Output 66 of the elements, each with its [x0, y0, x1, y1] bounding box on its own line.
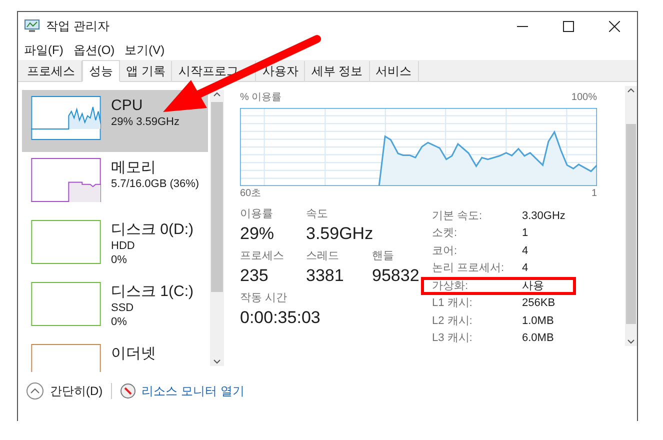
resource-item[interactable]: 디스크 0(D:) HDD 0%: [22, 214, 208, 276]
resource-name: 디스크 1(C:): [111, 282, 194, 301]
resource-item[interactable]: 이더넷: [22, 338, 208, 372]
resource-detail: SSD: [111, 301, 135, 315]
resource-item[interactable]: 디스크 1(C:) SSD 0%: [22, 276, 208, 338]
detail-label: L2 캐시:: [432, 314, 474, 328]
stat-value: 0:00:35:03: [240, 307, 320, 329]
resource-detail: 0%: [111, 315, 128, 329]
detail-label: 코어:: [432, 244, 458, 258]
detail-value: 사용: [522, 278, 544, 294]
stat-label: 핸들: [372, 249, 395, 263]
usage-graph-icon: [31, 220, 101, 264]
detail-value: 6.0MB: [522, 331, 554, 346]
detail-value: 4: [522, 261, 528, 276]
resource-monitor-link[interactable]: 리소스 모니터 열기: [142, 382, 244, 400]
scrollbar-thumb[interactable]: [626, 124, 636, 324]
stat-value: 95832: [372, 265, 420, 287]
detail-value: 1: [522, 226, 528, 241]
maximize-icon: [562, 20, 574, 32]
resource-name: 메모리: [111, 158, 157, 177]
detail-value: 4: [522, 244, 528, 258]
detail-value: 256KB: [522, 296, 556, 311]
stat-label: 작동 시간: [240, 291, 288, 305]
resource-monitor-icon: [120, 383, 136, 399]
detail-label: L1 캐시:: [432, 296, 474, 311]
menu-item[interactable]: 보기(V): [124, 41, 165, 59]
monitor-icon: [24, 19, 40, 33]
scrollbar-thumb[interactable]: [211, 102, 223, 292]
stat-label: 스레드: [306, 249, 340, 263]
stat-value: 235: [240, 265, 270, 287]
detail-label: 가상화:: [432, 278, 470, 294]
graph-start-label: 60초: [240, 187, 262, 201]
resource-detail: 29% 3.59GHz: [111, 115, 180, 129]
menu-item[interactable]: 파일(F): [24, 41, 64, 59]
stat-label: 프로세스: [240, 249, 285, 263]
close-icon: [608, 20, 620, 32]
graph-end-label: 1: [591, 187, 597, 201]
graph-max-label: 100%: [571, 91, 597, 105]
stat-value: 29%: [240, 223, 276, 245]
detail-label: 기본 속도:: [432, 208, 484, 224]
usage-graph-icon: [31, 158, 101, 202]
chevron-up-icon: [26, 382, 44, 400]
stat-value: 3381: [306, 265, 345, 287]
detail-label: 논리 프로세서:: [432, 261, 506, 276]
graph-title: % 이용률: [240, 91, 282, 105]
resource-name: 디스크 0(D:): [111, 220, 194, 239]
menu-item[interactable]: 옵션(O): [73, 41, 115, 59]
usage-graph-icon: [31, 96, 101, 140]
resource-item[interactable]: 메모리 5.7/16.0GB (36%): [22, 152, 208, 214]
detail-value: 1.0MB: [522, 314, 554, 328]
stat-value: 3.59GHz: [306, 223, 374, 245]
window-title: 작업 관리자: [46, 18, 110, 35]
resource-name: 이더넷: [111, 344, 156, 363]
stat-label: 이용률: [240, 207, 274, 221]
stat-label: 속도: [306, 207, 329, 221]
resource-name: CPU: [111, 96, 144, 115]
usage-graph-icon: [31, 282, 101, 326]
detail-label: L3 캐시:: [432, 331, 474, 346]
detail-value: 3.30GHz: [522, 208, 566, 224]
detail-label: 소켓:: [432, 226, 458, 241]
resource-detail: 5.7/16.0GB (36%): [111, 177, 200, 191]
resource-detail: 0%: [111, 253, 128, 267]
tab[interactable]: 성능: [82, 60, 120, 82]
fewer-details-button[interactable]: 간단히(D): [26, 382, 103, 400]
resource-detail: HDD: [111, 239, 136, 253]
resource-item[interactable]: CPU 29% 3.59GHz: [22, 90, 208, 152]
